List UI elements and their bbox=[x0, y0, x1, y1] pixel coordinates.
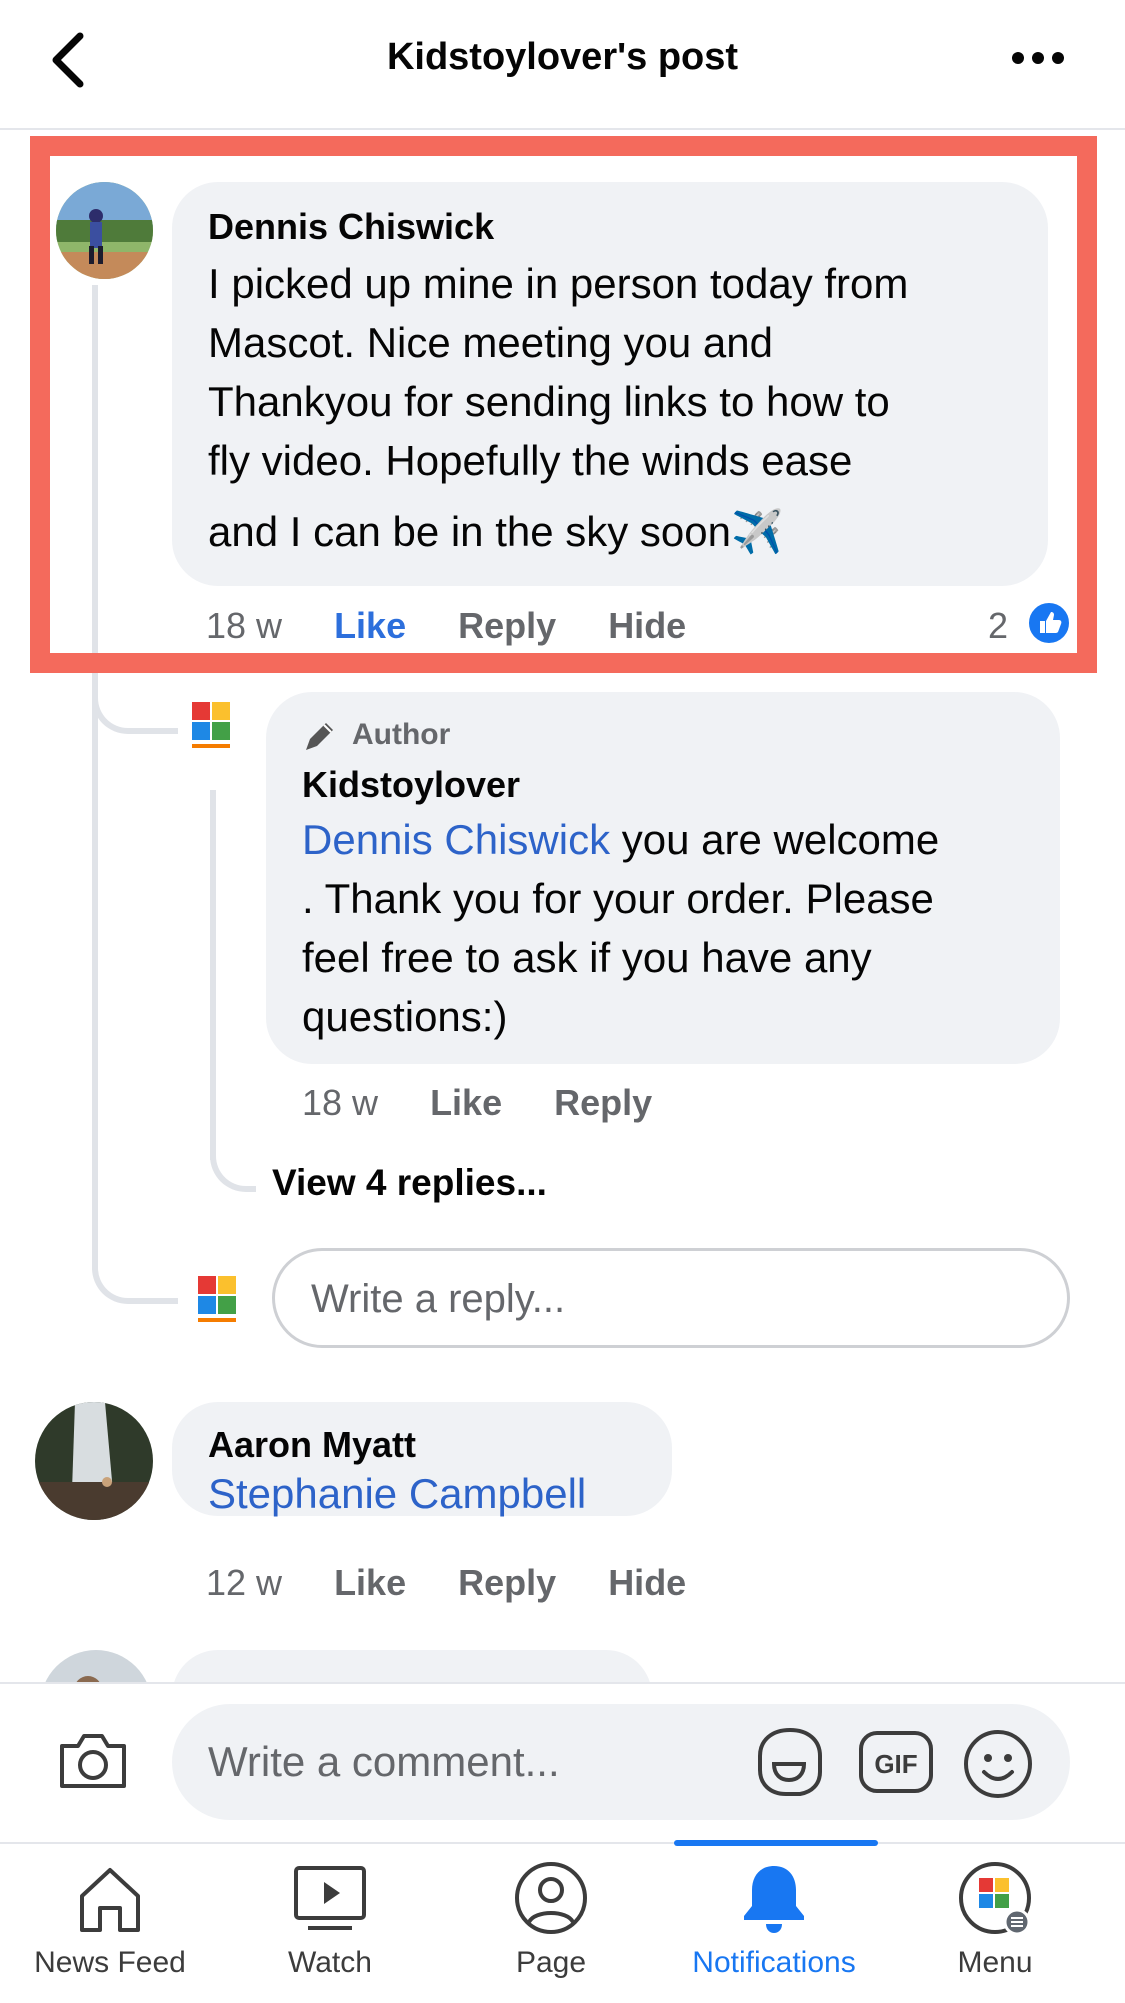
reply-author[interactable]: Kidstoylover bbox=[302, 764, 520, 806]
tab-news-feed[interactable]: News Feed bbox=[0, 1842, 220, 2001]
reply-time: 18 w bbox=[302, 1082, 379, 1123]
thread-line bbox=[210, 790, 216, 1160]
reply-actions: 18 w Like Reply bbox=[302, 1082, 694, 1124]
avatar[interactable] bbox=[35, 1402, 153, 1520]
svg-text:GIF: GIF bbox=[874, 1749, 917, 1779]
hide-button[interactable]: Hide bbox=[608, 1562, 686, 1603]
tab-notifications[interactable]: Notifications bbox=[664, 1842, 884, 2001]
like-button[interactable]: Like bbox=[334, 1562, 406, 1603]
view-replies-link[interactable]: View 4 replies... bbox=[272, 1162, 547, 1204]
mention-link[interactable]: Dennis Chiswick bbox=[302, 816, 610, 863]
reply-button[interactable]: Reply bbox=[458, 1562, 556, 1603]
emoji-icon[interactable] bbox=[962, 1728, 1034, 1800]
highlight-frame bbox=[30, 136, 1097, 673]
mention-link[interactable]: Stephanie Campbell bbox=[208, 1470, 586, 1517]
tab-menu[interactable]: Menu bbox=[885, 1842, 1105, 2001]
bell-icon bbox=[744, 1866, 804, 1933]
like-button[interactable]: Like bbox=[430, 1082, 502, 1123]
comment-time: 12 w bbox=[206, 1562, 283, 1603]
sticker-icon[interactable] bbox=[750, 1726, 828, 1800]
gif-icon[interactable]: GIF bbox=[858, 1730, 934, 1794]
comment-actions: 12 w Like Reply Hide bbox=[206, 1562, 728, 1604]
thread-line bbox=[92, 720, 98, 1260]
menu-avatar-icon bbox=[959, 1862, 1031, 1936]
pencil-icon bbox=[306, 723, 333, 750]
comment-bubble[interactable]: Aaron Myatt Stephanie Campbell bbox=[172, 1402, 672, 1517]
page-avatar bbox=[192, 1268, 242, 1330]
camera-icon[interactable] bbox=[56, 1730, 130, 1792]
reply-button[interactable]: Reply bbox=[554, 1082, 652, 1123]
page-avatar[interactable] bbox=[186, 694, 236, 756]
home-icon bbox=[80, 1868, 140, 1932]
more-options-icon[interactable] bbox=[1010, 48, 1066, 68]
reply-input[interactable]: Write a reply... bbox=[272, 1248, 1070, 1348]
profile-icon bbox=[515, 1862, 587, 1934]
thread-curve bbox=[92, 1250, 178, 1304]
author-badge: Author bbox=[352, 718, 451, 751]
comment-author[interactable]: Aaron Myatt bbox=[208, 1424, 416, 1466]
thread-curve bbox=[210, 1130, 256, 1192]
tab-page[interactable]: Page bbox=[441, 1842, 661, 2001]
reply-text: Dennis Chiswick you are welcome . Thank … bbox=[302, 816, 940, 1040]
tab-watch[interactable]: Watch bbox=[220, 1842, 440, 2001]
video-icon bbox=[294, 1866, 366, 1930]
page-title: Kidstoylover's post bbox=[386, 36, 739, 78]
comment-input[interactable]: Write a comment... bbox=[172, 1704, 1070, 1820]
